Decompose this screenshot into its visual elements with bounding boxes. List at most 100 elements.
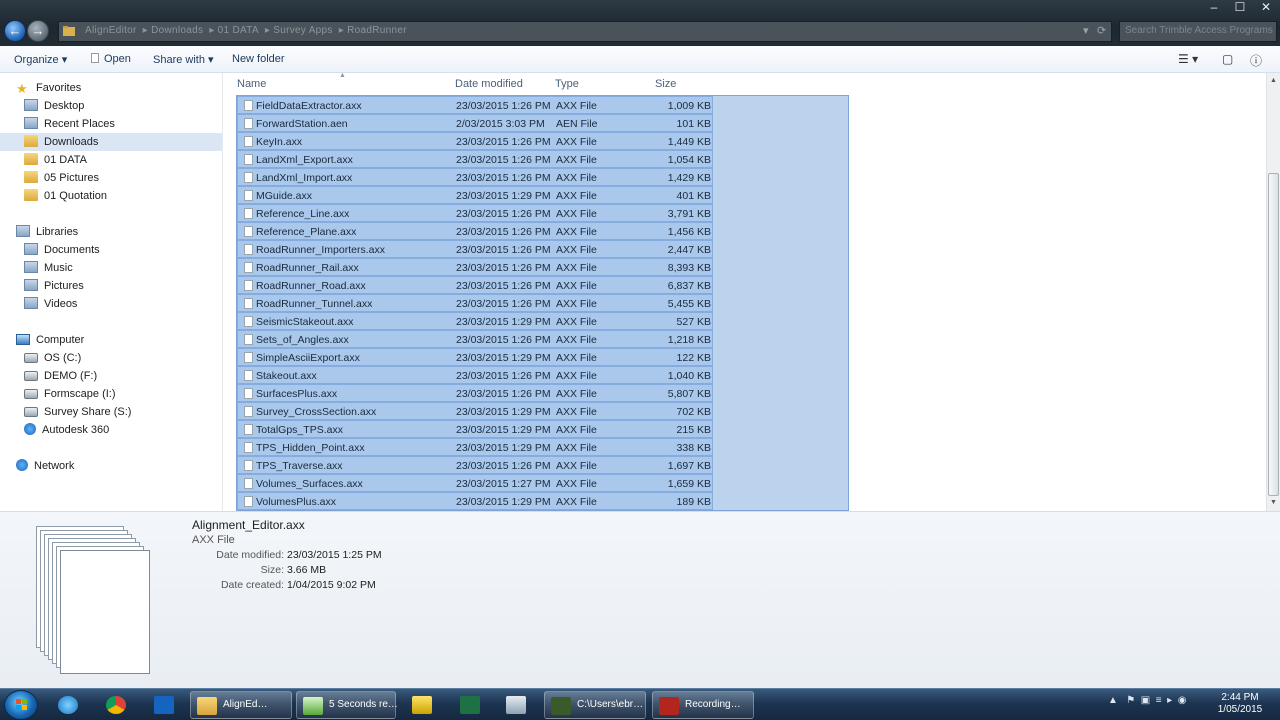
nav-pictures[interactable]: Pictures xyxy=(24,277,84,295)
table-row[interactable]: VolumesPlus.axx 23/03/2015 1:29 PM AXX Fil… xyxy=(237,492,713,510)
table-row[interactable]: RoadRunner_Rail.axx 23/03/2015 1:26 PM AXX… xyxy=(237,258,713,276)
help-icon[interactable]: ⓘ xyxy=(1250,52,1262,69)
table-row[interactable]: SeismicStakeout.axx 23/03/2015 1:29 PM AXX… xyxy=(237,312,713,330)
nav-label: Music xyxy=(44,262,73,274)
column-header-name[interactable]: Name xyxy=(237,73,266,95)
nav-formscape-i[interactable]: Formscape (I:) xyxy=(24,385,116,403)
table-row[interactable]: SimpleAsciiExport.axx 23/03/2015 1:29 PM A… xyxy=(237,348,713,366)
breadcrumb-item[interactable]: Downloads xyxy=(151,25,203,36)
date-modified-cell: 23/03/2015 1:26 PM xyxy=(456,100,551,112)
breadcrumb-item[interactable]: AlignEditor xyxy=(85,25,137,36)
nav-music[interactable]: Music xyxy=(24,259,73,277)
preview-pane-icon[interactable]: ▢ xyxy=(1222,52,1233,66)
start-button[interactable] xyxy=(4,690,38,720)
file-name-cell: LandXml_Import.axx xyxy=(256,172,353,184)
table-row[interactable]: Reference_Plane.axx 23/03/2015 1:26 PM AXX… xyxy=(237,222,713,240)
table-row[interactable]: Volumes_Surfaces.axx 23/03/2015 1:27 PM AX… xyxy=(237,474,713,492)
table-row[interactable]: MGuide.axx 23/03/2015 1:29 PM AXX File 401 … xyxy=(237,186,713,204)
file-name-cell: VolumesPlus.axx xyxy=(256,496,336,508)
nav-01-quotation[interactable]: 01 Quotation xyxy=(24,187,107,205)
share-with-button[interactable]: Share with ▾ xyxy=(153,53,214,66)
taskbar-recording[interactable]: Recording… xyxy=(652,691,754,719)
table-row[interactable]: LandXml_Export.axx 23/03/2015 1:26 PM AXX … xyxy=(237,150,713,168)
taskbar-cmd[interactable]: C:\Users\ebr… xyxy=(544,691,646,719)
type-cell: AEN File xyxy=(556,118,598,130)
type-cell: AXX File xyxy=(556,226,597,238)
address-bar[interactable]: AlignEditor ▸ Downloads ▸ 01 DATA ▸ Survey … xyxy=(58,21,1112,42)
nav-desktop[interactable]: Desktop xyxy=(24,97,84,115)
table-row[interactable]: SurfacesPlus.axx 23/03/2015 1:26 PM AXX Fi… xyxy=(237,384,713,402)
nav-network[interactable]: Network xyxy=(16,457,74,475)
dropdown-icon[interactable]: ▾ xyxy=(1083,24,1089,37)
table-row[interactable]: ForwardStation.aen 2/03/2015 3:03 PM AEN F… xyxy=(237,114,713,132)
clock[interactable]: 2:44 PM 1/05/2015 xyxy=(1212,692,1268,716)
table-row[interactable]: Survey_CrossSection.axx 23/03/2015 1:29 P… xyxy=(237,402,713,420)
nav-videos[interactable]: Videos xyxy=(24,295,77,313)
table-row[interactable]: RoadRunner_Tunnel.axx 23/03/2015 1:26 PM A… xyxy=(237,294,713,312)
nav-05-pictures[interactable]: 05 Pictures xyxy=(24,169,99,187)
file-icon xyxy=(244,370,253,381)
forward-button[interactable]: → xyxy=(27,20,49,42)
table-row[interactable]: LandXml_Import.axx 23/03/2015 1:26 PM AXX … xyxy=(237,168,713,186)
folder-icon xyxy=(63,26,75,36)
nav-demo-f[interactable]: DEMO (F:) xyxy=(24,367,97,385)
column-header-type[interactable]: Type xyxy=(555,73,579,95)
open-button[interactable]: Open xyxy=(91,53,131,65)
table-row[interactable]: RoadRunner_Importers.axx 23/03/2015 1:26 … xyxy=(237,240,713,258)
file-icon xyxy=(244,208,253,219)
vertical-scrollbar[interactable]: ▲ ▼ xyxy=(1266,73,1280,511)
organize-button[interactable]: Organize ▾ xyxy=(14,53,67,66)
taskbar-app-label: C:\Users\ebr… xyxy=(577,699,644,710)
table-row[interactable]: TPS_Hidden_Point.axx 23/03/2015 1:29 PM AX… xyxy=(237,438,713,456)
type-cell: AXX File xyxy=(556,262,597,274)
taskbar-trimble-tool[interactable] xyxy=(402,691,442,719)
table-row[interactable]: KeyIn.axx 23/03/2015 1:26 PM AXX File 1,449… xyxy=(237,132,713,150)
nav-autodesk-360[interactable]: Autodesk 360 xyxy=(24,421,109,439)
date-modified-cell: 23/03/2015 1:27 PM xyxy=(456,478,551,490)
table-row[interactable]: TotalGps_TPS.axx 23/03/2015 1:29 PM AXX Fi… xyxy=(237,420,713,438)
breadcrumb: AlignEditor ▸ Downloads ▸ 01 DATA ▸ Survey … xyxy=(85,25,407,36)
nav-computer[interactable]: Computer xyxy=(16,331,84,349)
nav-favorites[interactable]: ★ Favorites xyxy=(16,79,81,97)
breadcrumb-item[interactable]: Survey Apps xyxy=(273,25,332,36)
scrollbar-thumb[interactable] xyxy=(1268,173,1279,496)
nav-os-c[interactable]: OS (C:) xyxy=(24,349,81,367)
nav-documents[interactable]: Documents xyxy=(24,241,100,259)
search-input[interactable]: Search Trimble Access Programs xyxy=(1119,21,1277,42)
column-header-size[interactable]: Size xyxy=(655,73,676,95)
breadcrumb-item[interactable]: RoadRunner xyxy=(347,25,407,36)
nav-recent-places[interactable]: Recent Places xyxy=(24,115,115,133)
scroll-down-icon[interactable]: ▼ xyxy=(1267,495,1280,511)
taskbar-explorer[interactable]: AlignEd… xyxy=(190,691,292,719)
column-header-date-modified[interactable]: Date modified xyxy=(455,73,523,95)
taskbar-notepad[interactable] xyxy=(496,691,536,719)
taskbar-app-label: 5 Seconds re… xyxy=(329,699,398,710)
new-folder-button[interactable]: New folder xyxy=(232,53,285,65)
view-options-icon[interactable]: ☰ ▾ xyxy=(1178,52,1198,66)
type-cell: AXX File xyxy=(556,298,597,310)
maximize-button[interactable]: ☐ xyxy=(1230,0,1250,14)
back-button[interactable]: ← xyxy=(4,20,26,42)
close-button[interactable]: ✕ xyxy=(1256,0,1276,14)
taskbar-outlook[interactable] xyxy=(144,691,184,719)
scroll-up-icon[interactable]: ▲ xyxy=(1267,73,1280,89)
taskbar-5-seconds[interactable]: 5 Seconds re… xyxy=(296,691,398,719)
breadcrumb-item[interactable]: 01 DATA xyxy=(218,25,259,36)
table-row[interactable]: Reference_Line.axx 23/03/2015 1:26 PM AXX … xyxy=(237,204,713,222)
nav-01-data[interactable]: 01 DATA xyxy=(24,151,87,169)
system-tray[interactable]: ▲ ⚑ ▣ ≡ ▸ ◉ xyxy=(1108,695,1186,706)
table-row[interactable]: FieldDataExtractor.axx 23/03/2015 1:26 PM… xyxy=(237,96,713,114)
taskbar-excel[interactable] xyxy=(450,691,490,719)
computer-icon xyxy=(16,334,30,345)
nav-survey-share-s[interactable]: Survey Share (S:) xyxy=(24,403,131,421)
taskbar-chrome[interactable] xyxy=(96,691,136,719)
minimize-button[interactable]: – xyxy=(1204,0,1224,14)
nav-downloads[interactable]: Downloads xyxy=(0,133,222,151)
table-row[interactable]: TPS_Traverse.axx 23/03/2015 1:26 PM AXX Fi… xyxy=(237,456,713,474)
table-row[interactable]: RoadRunner_Road.axx 23/03/2015 1:26 PM AXX… xyxy=(237,276,713,294)
refresh-icon[interactable]: ⟳ xyxy=(1097,24,1106,37)
table-row[interactable]: Sets_of_Angles.axx 23/03/2015 1:26 PM AXX … xyxy=(237,330,713,348)
taskbar-internet-explorer[interactable] xyxy=(48,691,88,719)
table-row[interactable]: Stakeout.axx 23/03/2015 1:26 PM AXX File 1,… xyxy=(237,366,713,384)
nav-libraries[interactable]: Libraries xyxy=(16,223,78,241)
